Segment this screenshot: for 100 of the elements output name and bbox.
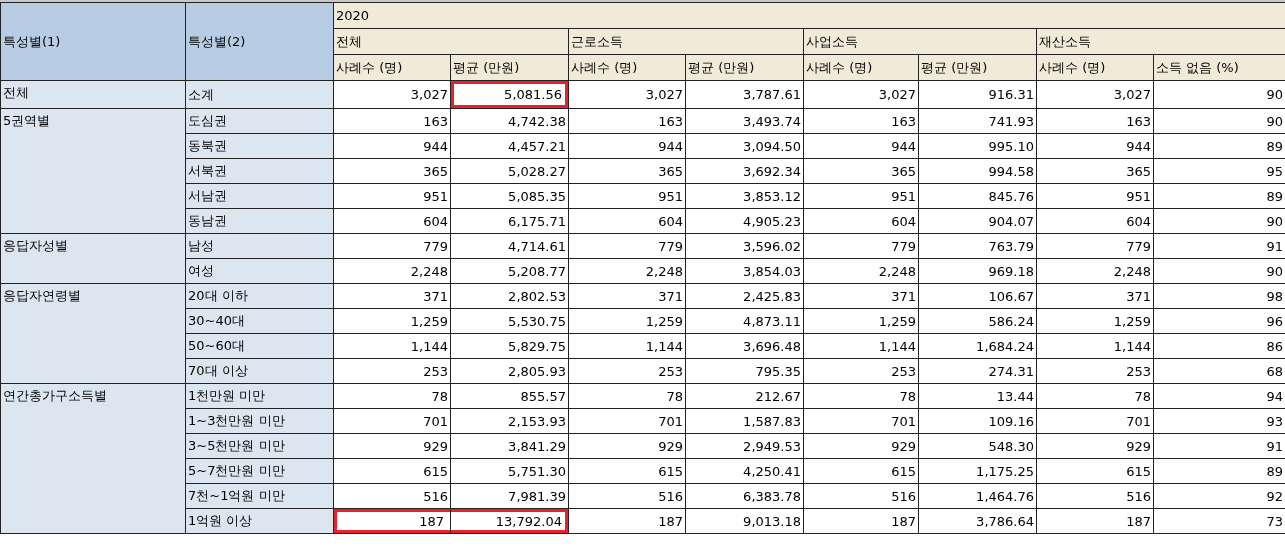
row-group-label: 응답자연령별 — [0, 283, 186, 384]
table-cell: 2,248 — [333, 258, 451, 284]
table-cell: 5,829.75 — [450, 333, 569, 359]
table-cell: 2,802.53 — [450, 283, 569, 309]
table-cell: 1,587.83 — [685, 408, 804, 434]
table-cell: 371 — [568, 283, 686, 309]
table-cell: 944 — [568, 133, 686, 159]
table-cell: 701 — [333, 408, 451, 434]
table-cell: 3,787.61 — [685, 80, 804, 109]
table-cell: 89 — [1153, 133, 1285, 159]
table-cell: 779 — [568, 233, 686, 259]
table-cell: 78 — [568, 383, 686, 409]
table-cell: 365 — [568, 158, 686, 184]
table-cell: 516 — [1036, 483, 1154, 509]
table-cell: 89 — [1153, 183, 1285, 209]
row-group-label: 응답자성별 — [0, 233, 186, 284]
column-header: 소득 없음 (%) — [1153, 54, 1285, 81]
table-cell: 604 — [1036, 208, 1154, 234]
table-cell: 3,027 — [1036, 80, 1154, 109]
table-cell: 516 — [333, 483, 451, 509]
table-cell: 90 — [1153, 108, 1285, 134]
table-cell: 163 — [803, 108, 919, 134]
table-cell: 615 — [333, 458, 451, 484]
table-cell: 73 — [1153, 508, 1285, 534]
table-cell: 371 — [1036, 283, 1154, 309]
table-cell: 586.24 — [918, 308, 1037, 334]
table-cell: 163 — [333, 108, 451, 134]
table-cell: 604 — [568, 208, 686, 234]
table-cell: 1,684.24 — [918, 333, 1037, 359]
table-cell: 779 — [803, 233, 919, 259]
table-cell: 951 — [803, 183, 919, 209]
table-cell: 604 — [803, 208, 919, 234]
row-label: 1억원 이상 — [185, 508, 334, 534]
row-label: 3~5천만원 미만 — [185, 433, 334, 459]
table-cell: 89 — [1153, 458, 1285, 484]
table-cell: 795.35 — [685, 358, 804, 384]
table-cell: 951 — [333, 183, 451, 209]
table-cell: 1,144 — [803, 333, 919, 359]
table-cell: 855.57 — [450, 383, 569, 409]
column-group-header: 전체 — [333, 28, 569, 55]
table-cell: 1,259 — [333, 308, 451, 334]
table-cell: 995.10 — [918, 133, 1037, 159]
column-header: 특성별(2) — [185, 2, 334, 81]
table-cell: 7,981.39 — [450, 483, 569, 509]
table-cell: 4,457.21 — [450, 133, 569, 159]
table-cell: 365 — [803, 158, 919, 184]
table-cell: 3,493.74 — [685, 108, 804, 134]
table-cell: 1,259 — [803, 308, 919, 334]
table-cell: 94 — [1153, 383, 1285, 409]
table-cell: 4,742.38 — [450, 108, 569, 134]
table-cell: 3,854.03 — [685, 258, 804, 284]
table-cell: 2,805.93 — [450, 358, 569, 384]
table-cell: 701 — [568, 408, 686, 434]
table-cell: 13.44 — [918, 383, 1037, 409]
table-cell: 3,786.64 — [918, 508, 1037, 534]
row-label: 7천~1억원 미만 — [185, 483, 334, 509]
row-label: 동남권 — [185, 208, 334, 234]
table-cell: 1,144 — [568, 333, 686, 359]
row-group-label: 전체 — [0, 80, 186, 109]
table-cell: 68 — [1153, 358, 1285, 384]
row-label: 50~60대 — [185, 333, 334, 359]
row-label: 소계 — [185, 80, 334, 109]
table-cell: 763.79 — [918, 233, 1037, 259]
table-cell: 951 — [1036, 183, 1154, 209]
table-cell: 13,792.04 — [450, 508, 569, 534]
row-label: 여성 — [185, 258, 334, 284]
table-cell: 78 — [803, 383, 919, 409]
table-cell: 615 — [803, 458, 919, 484]
table-cell: 3,596.02 — [685, 233, 804, 259]
table-cell: 701 — [803, 408, 919, 434]
row-label: 70대 이상 — [185, 358, 334, 384]
row-group-label: 5권역별 — [0, 108, 186, 234]
table-cell: 929 — [1036, 433, 1154, 459]
table-cell: 371 — [803, 283, 919, 309]
row-group-label: 연간총가구소득별 — [0, 383, 186, 534]
table-cell: 916.31 — [918, 80, 1037, 109]
table-cell: 5,208.77 — [450, 258, 569, 284]
table-cell: 944 — [803, 133, 919, 159]
table-cell: 93 — [1153, 408, 1285, 434]
table-cell: 78 — [1036, 383, 1154, 409]
row-label: 1~3천만원 미만 — [185, 408, 334, 434]
row-label: 동북권 — [185, 133, 334, 159]
column-header: 평균 (만원) — [918, 54, 1037, 81]
table-cell: 4,714.61 — [450, 233, 569, 259]
table-cell: 3,841.29 — [450, 433, 569, 459]
table-cell: 253 — [1036, 358, 1154, 384]
table-cell: 548.30 — [918, 433, 1037, 459]
column-group-header: 재산소득 — [1036, 28, 1285, 55]
table-cell: 6,383.78 — [685, 483, 804, 509]
table-cell: 5,085.35 — [450, 183, 569, 209]
table-cell: 365 — [333, 158, 451, 184]
year-header: 2020 — [333, 2, 1285, 29]
table-cell: 6,175.71 — [450, 208, 569, 234]
table-cell: 3,692.34 — [685, 158, 804, 184]
table-cell: 944 — [333, 133, 451, 159]
column-header: 사례수 (명) — [803, 54, 919, 81]
table-cell: 1,144 — [1036, 333, 1154, 359]
table-cell: 701 — [1036, 408, 1154, 434]
table-cell: 274.31 — [918, 358, 1037, 384]
table-cell: 604 — [333, 208, 451, 234]
